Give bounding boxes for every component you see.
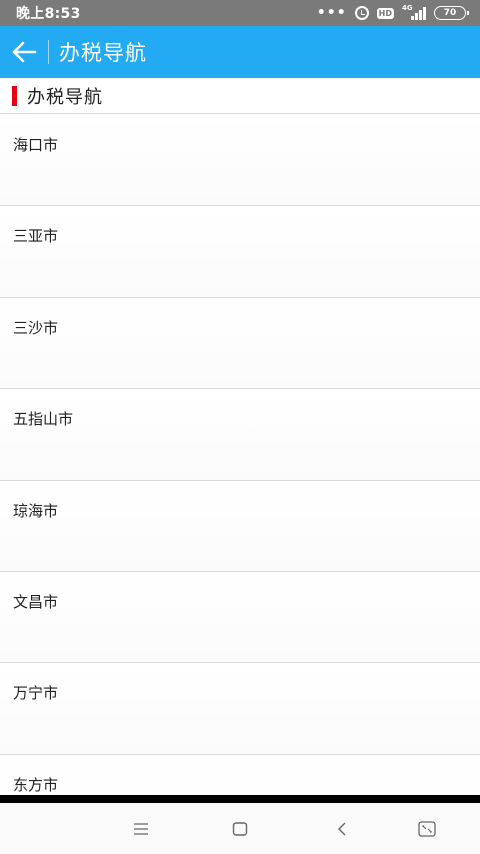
status-time: 晚上8:53: [16, 6, 81, 22]
system-nav-bar: [0, 803, 480, 854]
list-item[interactable]: 五指山市: [0, 389, 480, 481]
network-type: 4G: [402, 3, 413, 12]
hd-icon: HD: [376, 7, 394, 19]
list-item[interactable]: 万宁市: [0, 663, 480, 755]
section-header: 办税导航: [0, 78, 480, 114]
signal-icon: 4G: [402, 3, 426, 20]
back-button[interactable]: [0, 26, 48, 78]
battery-level: 70: [443, 8, 457, 18]
list-item[interactable]: 东方市: [0, 754, 480, 795]
status-bar: 晚上8:53 ••• HD 4G 70: [0, 0, 480, 26]
list-item[interactable]: 三沙市: [0, 297, 480, 390]
back-chevron-icon: [338, 822, 346, 835]
title-divider: [48, 40, 49, 64]
app-bar: 办税导航: [0, 26, 480, 78]
battery-icon: 70: [434, 6, 469, 20]
alarm-icon: [354, 6, 369, 20]
page-title: 办税导航: [59, 41, 147, 65]
list-item[interactable]: 文昌市: [0, 571, 480, 664]
section-title: 办税导航: [27, 86, 103, 108]
list-item[interactable]: 三亚市: [0, 206, 480, 298]
list-item[interactable]: 海口市: [0, 115, 480, 207]
home-square-icon: [232, 821, 248, 836]
list-item[interactable]: 琼海市: [0, 480, 480, 572]
screen-expand-button[interactable]: [402, 803, 452, 854]
menu-button[interactable]: [116, 803, 166, 854]
screen-expand-icon: [418, 820, 436, 837]
nav-back-button[interactable]: [317, 803, 367, 854]
section-marker: [12, 85, 17, 106]
city-list: 海口市 三亚市 三沙市 五指山市 琼海市 文昌市 万宁市 东方市: [0, 115, 480, 795]
menu-icon: [134, 822, 148, 835]
nav-divider: [0, 795, 480, 803]
more-dots-icon: •••: [316, 5, 347, 21]
status-icons: ••• HD 4G 70: [316, 3, 469, 21]
home-button[interactable]: [215, 803, 265, 854]
arrow-left-icon: [12, 41, 37, 63]
